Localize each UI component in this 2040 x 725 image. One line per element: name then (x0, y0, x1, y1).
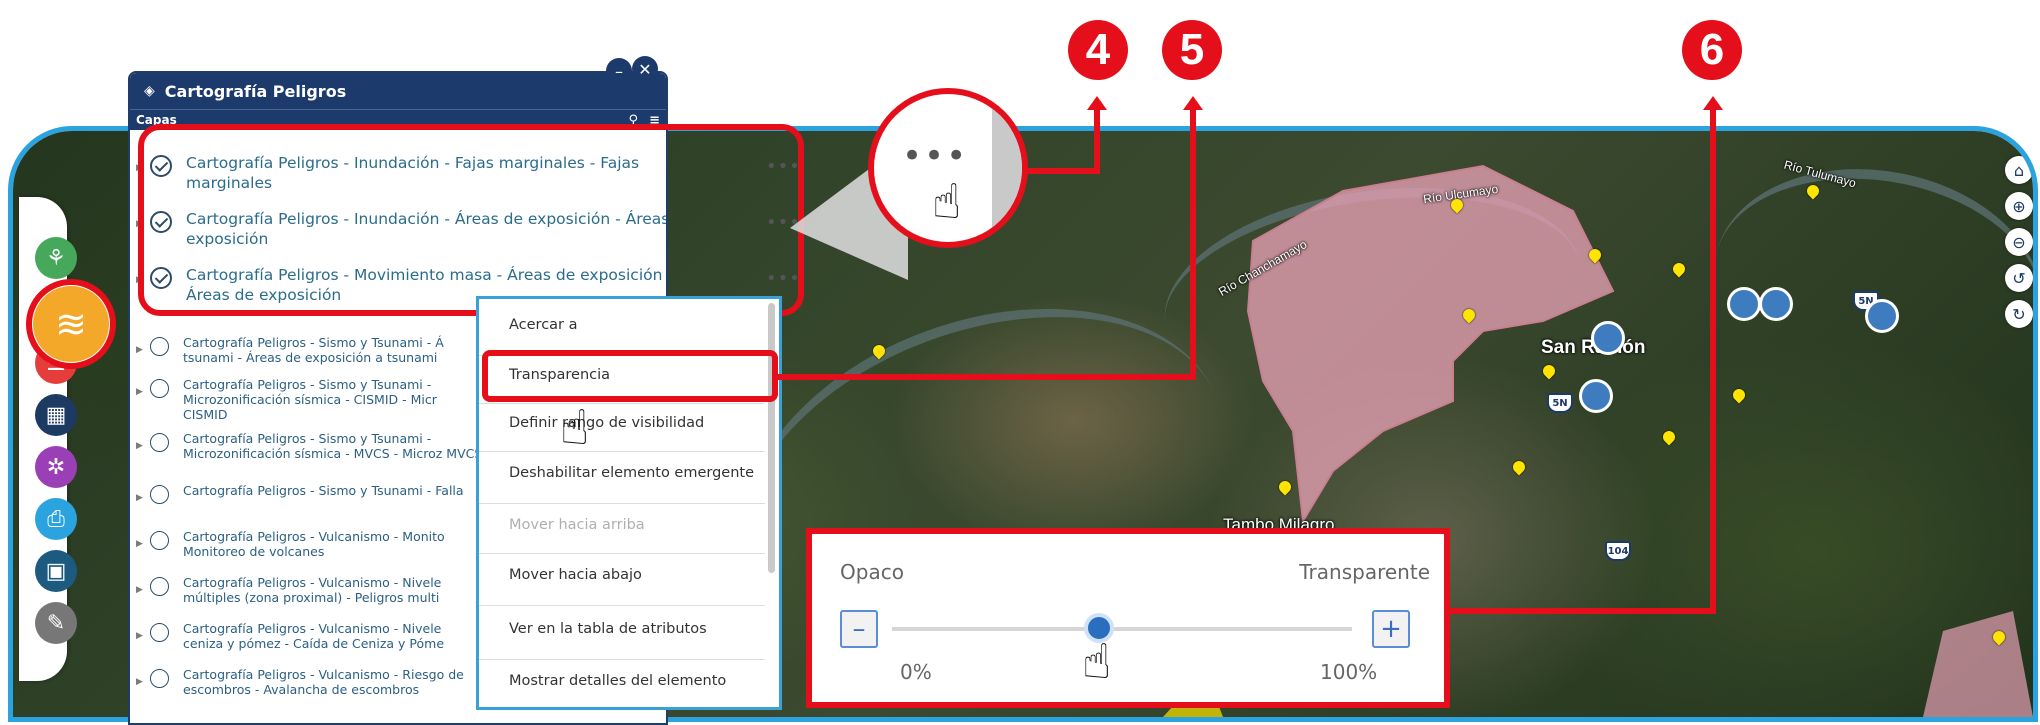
previous-extent-button[interactable]: ↺ (2005, 264, 2033, 292)
hand-cursor-icon: ☝ (932, 174, 962, 230)
leader-line-6 (1448, 608, 1716, 614)
leader-line-4 (1024, 168, 1100, 174)
menu-item-move-down[interactable]: Mover hacia abajo (509, 567, 642, 583)
callout-6: 6 (1682, 20, 1742, 80)
layer-item[interactable]: ▶ Cartografía Peligros - Sismo y Tsunami… (136, 377, 483, 422)
analysis-tool-icon[interactable]: ⚘ (35, 237, 77, 279)
transparent-label: Transparente (1299, 560, 1430, 584)
layer-label: Cartografía Peligros - Vulcanismo - Moni… (183, 529, 445, 559)
layer-item[interactable]: ▶ Cartografía Peligros - Vulcanismo - Ri… (136, 667, 483, 697)
layer-item[interactable]: ▶ Cartografía Peligros - Vulcanismo - Mo… (136, 529, 483, 559)
expand-arrow-icon[interactable]: ▶ (136, 585, 150, 595)
layer-item[interactable]: ▶ Cartografía Peligros - Sismo y Tsunami… (136, 335, 483, 365)
max-percent-label: 100% (1320, 660, 1378, 684)
menu-item-show-details[interactable]: Mostrar detalles del elemento (509, 673, 726, 689)
menu-item-zoom-to[interactable]: Acercar a (509, 317, 578, 333)
visibility-check-icon[interactable] (150, 577, 169, 596)
layer-label: Cartografía Peligros - Vulcanismo - Nive… (183, 575, 442, 605)
arrowhead-6 (1703, 96, 1723, 110)
clipboard-tool-icon[interactable]: ✎ (35, 602, 77, 644)
next-extent-button[interactable]: ↻ (2005, 300, 2033, 328)
callout-4: 4 (1068, 20, 1128, 80)
expand-arrow-icon[interactable]: ▶ (136, 631, 150, 641)
menu-divider (479, 403, 765, 404)
arrowhead-5 (1183, 96, 1203, 110)
menu-item-disable-popup[interactable]: Deshabilitar elemento emergente (509, 465, 754, 481)
visibility-check-icon[interactable] (150, 669, 169, 688)
expand-arrow-icon[interactable]: ▶ (136, 387, 150, 397)
visibility-check-icon[interactable] (150, 485, 169, 504)
expand-arrow-icon[interactable]: ▶ (136, 677, 150, 687)
layers-tool-icon[interactable]: ≋ (33, 286, 109, 362)
layer-item[interactable]: ▶ Cartografía Peligros - Sismo y Tsunami… (136, 483, 483, 504)
visibility-check-icon[interactable] (150, 433, 169, 452)
zoom-in-button[interactable]: ⊕ (2005, 192, 2033, 220)
menu-item-visibility-range[interactable]: Definir rango de visibilidad (509, 415, 704, 431)
download-tool-icon[interactable]: ▣ (35, 550, 77, 592)
layer-item[interactable]: ▶ Cartografía Peligros - Vulcanismo - Ni… (136, 621, 483, 651)
slider-track[interactable] (892, 613, 1352, 643)
menu-divider (479, 553, 765, 554)
callout-5: 5 (1162, 20, 1222, 80)
transparency-panel: Opaco Transparente – + 0% 100% ☝ (806, 528, 1450, 708)
menu-divider (479, 659, 765, 660)
panel-header: ◈ Cartografía Peligros (130, 73, 666, 109)
leader-line-6 (1710, 108, 1716, 614)
visibility-check-icon[interactable] (150, 623, 169, 642)
layer-label: Cartografía Peligros - Vulcanismo - Nive… (183, 621, 445, 651)
panel-title: Cartografía Peligros (164, 81, 347, 101)
layer-label: Cartografía Peligros - Vulcanismo - Ries… (183, 667, 464, 697)
increase-button[interactable]: + (1372, 610, 1410, 648)
ellipsis-icon: ••• (902, 136, 969, 176)
highlight-transparency-item (482, 350, 778, 402)
layer-label: Cartografía Peligros - Sismo y Tsunami -… (183, 483, 464, 498)
share-tool-icon[interactable]: ✲ (35, 446, 77, 488)
road-shield-5n: 5N (1547, 393, 1573, 413)
magnifier-scrollbar (992, 94, 1022, 242)
hand-cursor-icon: ☝ (1082, 634, 1112, 690)
visibility-check-icon[interactable] (150, 379, 169, 398)
map-marker-institution[interactable] (1579, 379, 1613, 413)
map-marker-institution[interactable] (1865, 299, 1899, 333)
leader-line-5 (1190, 108, 1196, 380)
menu-divider (479, 451, 765, 452)
opaque-label: Opaco (840, 560, 904, 584)
map-marker-institution[interactable] (1727, 287, 1761, 321)
expand-arrow-icon[interactable]: ▶ (136, 345, 150, 355)
layers-icon: ◈ (144, 83, 155, 99)
layer-label: Cartografía Peligros - Sismo y Tsunami -… (183, 431, 483, 461)
leader-line-5 (778, 374, 1196, 380)
menu-divider (479, 605, 765, 606)
menu-scrollbar[interactable] (768, 303, 775, 573)
print-tool-icon[interactable]: ⎙ (35, 498, 77, 540)
decrease-button[interactable]: – (840, 610, 878, 648)
visibility-check-icon[interactable] (150, 531, 169, 550)
highlight-layers-box (138, 124, 804, 316)
arrowhead-4 (1087, 96, 1107, 110)
menu-divider (479, 503, 765, 504)
minimize-button[interactable]: – (606, 58, 632, 84)
close-icon[interactable]: ✕ (632, 56, 658, 82)
visibility-check-icon[interactable] (150, 337, 169, 356)
home-button[interactable]: ⌂ (2005, 156, 2033, 184)
map-marker-institution[interactable] (1759, 287, 1793, 321)
layer-item[interactable]: ▶ Cartografía Peligros - Vulcanismo - Ni… (136, 575, 483, 605)
menu-item-attribute-table[interactable]: Ver en la tabla de atributos (509, 621, 707, 637)
leader-line-4 (1094, 108, 1100, 174)
layer-label: Cartografía Peligros - Sismo y Tsunami -… (183, 377, 437, 422)
menu-item-move-up: Mover hacia arriba (509, 517, 645, 533)
layer-label: Cartografía Peligros - Sismo y Tsunami -… (183, 335, 444, 365)
map-marker-institution[interactable] (1591, 321, 1625, 355)
basemap-tool-icon[interactable]: ▦ (35, 394, 77, 436)
min-percent-label: 0% (900, 660, 932, 684)
expand-arrow-icon[interactable]: ▶ (136, 539, 150, 549)
zoom-out-button[interactable]: ⊖ (2005, 228, 2033, 256)
expand-arrow-icon[interactable]: ▶ (136, 441, 150, 451)
expand-arrow-icon[interactable]: ▶ (136, 493, 150, 503)
hand-cursor-icon: ☝ (560, 400, 590, 456)
ellipsis-magnifier: ••• ☝ (868, 88, 1028, 248)
layer-item[interactable]: ▶ Cartografía Peligros - Sismo y Tsunami… (136, 431, 483, 461)
road-shield-104: 104 (1605, 541, 1631, 561)
